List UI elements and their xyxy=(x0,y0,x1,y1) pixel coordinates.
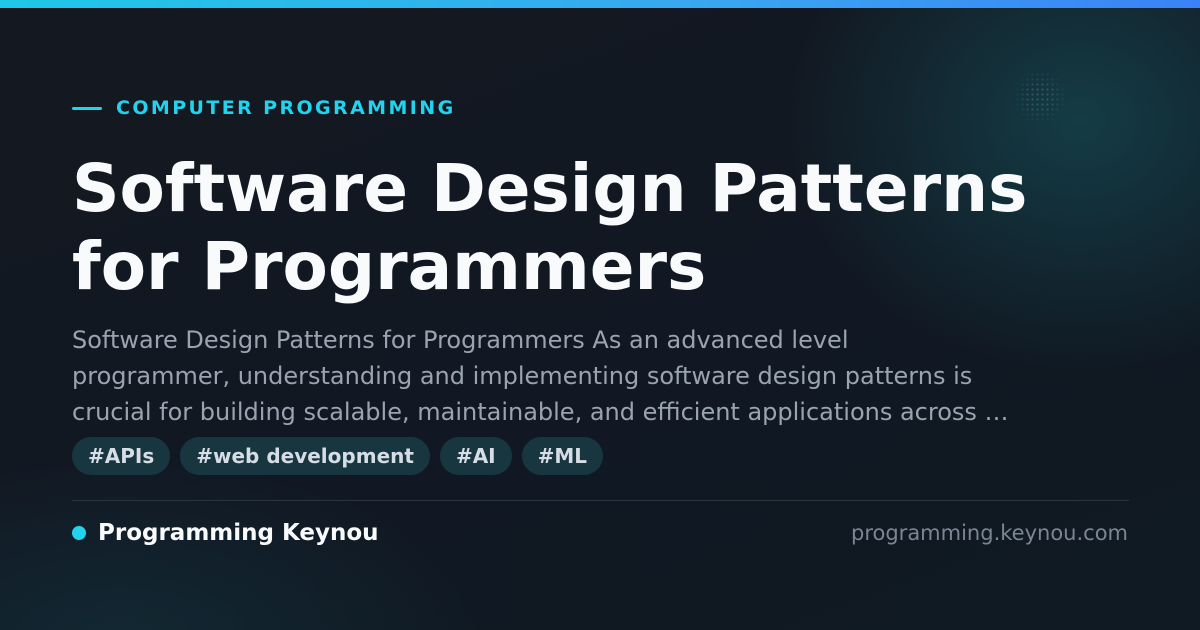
page-title: Software Design Patterns for Programmers xyxy=(72,150,1132,306)
site-domain: programming.keynou.com xyxy=(851,521,1128,545)
tag-list: #APIs #web development #AI #ML xyxy=(72,437,604,475)
tag-ai: #AI xyxy=(439,437,512,475)
title-line-1: Software Design Patterns xyxy=(72,150,1028,227)
category-dash-icon xyxy=(72,106,102,110)
accent-top-bar xyxy=(0,0,1200,8)
dot-pattern-decoration xyxy=(1010,72,1070,122)
footer-divider xyxy=(72,500,1129,501)
title-line-2: for Programmers xyxy=(72,228,707,305)
social-card: COMPUTER PROGRAMMING Software Design Pat… xyxy=(0,0,1200,630)
brand-dot-icon xyxy=(72,526,86,540)
tag-apis: #APIs xyxy=(72,437,171,475)
category-label: COMPUTER PROGRAMMING xyxy=(72,96,456,120)
description: Software Design Patterns for Programmers… xyxy=(72,322,1132,430)
category-text: COMPUTER PROGRAMMING xyxy=(116,97,456,119)
description-line-3: crucial for building scalable, maintaina… xyxy=(72,398,1009,426)
description-line-2: programmer, understanding and implementi… xyxy=(72,362,973,390)
brand: Programming Keynou xyxy=(72,518,379,548)
tag-web-development: #web development xyxy=(180,437,430,475)
tag-ml: #ML xyxy=(521,437,604,475)
brand-name: Programming Keynou xyxy=(98,520,379,546)
description-line-1: Software Design Patterns for Programmers… xyxy=(72,326,849,354)
